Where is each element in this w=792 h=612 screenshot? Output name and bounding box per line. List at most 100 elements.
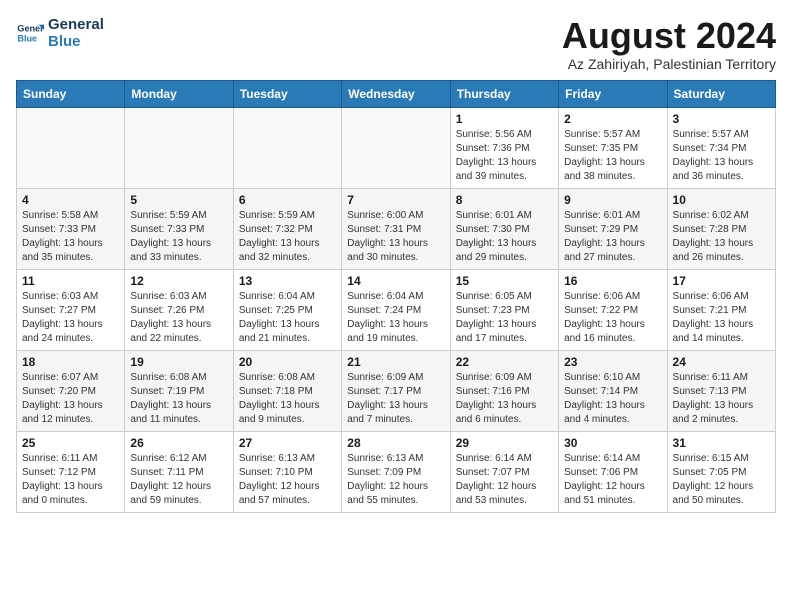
day-number: 1 <box>456 112 553 126</box>
calendar-cell: 25 Sunrise: 6:11 AM Sunset: 7:12 PM Dayli… <box>17 431 125 512</box>
day-number: 28 <box>347 436 444 450</box>
calendar-cell <box>125 107 233 188</box>
day-number: 19 <box>130 355 227 369</box>
title-area: August 2024 Az Zahiriyah, Palestinian Te… <box>562 16 776 72</box>
day-info: Sunrise: 6:11 AM Sunset: 7:12 PM Dayligh… <box>22 452 119 508</box>
day-info: Sunrise: 6:04 AM Sunset: 7:25 PM Dayligh… <box>239 290 336 346</box>
week-row-5: 25 Sunrise: 6:11 AM Sunset: 7:12 PM Dayli… <box>17 431 776 512</box>
logo-text-line1: General <box>48 16 104 33</box>
calendar-cell: 7 Sunrise: 6:00 AM Sunset: 7:31 PM Daylig… <box>342 188 450 269</box>
day-info: Sunrise: 5:59 AM Sunset: 7:33 PM Dayligh… <box>130 209 227 265</box>
day-info: Sunrise: 6:06 AM Sunset: 7:22 PM Dayligh… <box>564 290 661 346</box>
day-info: Sunrise: 6:13 AM Sunset: 7:09 PM Dayligh… <box>347 452 444 508</box>
day-number: 14 <box>347 274 444 288</box>
day-number: 2 <box>564 112 661 126</box>
day-number: 18 <box>22 355 119 369</box>
calendar-header: SundayMondayTuesdayWednesdayThursdayFrid… <box>17 80 776 107</box>
calendar-cell: 23Sunrise: 6:10 AM Sunset: 7:14 PM Dayli… <box>559 350 667 431</box>
calendar-body: 1 Sunrise: 5:56 AM Sunset: 7:36 PM Daylig… <box>17 107 776 512</box>
week-row-2: 4 Sunrise: 5:58 AM Sunset: 7:33 PM Daylig… <box>17 188 776 269</box>
calendar-cell <box>233 107 341 188</box>
calendar-cell: 17 Sunrise: 6:06 AM Sunset: 7:21 PM Dayli… <box>667 269 775 350</box>
day-number: 29 <box>456 436 553 450</box>
calendar-cell <box>342 107 450 188</box>
day-info: Sunrise: 6:11 AM Sunset: 7:13 PM Dayligh… <box>673 371 770 427</box>
day-info: Sunrise: 6:03 AM Sunset: 7:27 PM Dayligh… <box>22 290 119 346</box>
calendar-cell: 21Sunrise: 6:09 AM Sunset: 7:17 PM Dayli… <box>342 350 450 431</box>
logo-text-line2: Blue <box>48 33 104 50</box>
day-info: Sunrise: 6:05 AM Sunset: 7:23 PM Dayligh… <box>456 290 553 346</box>
calendar-cell: 1 Sunrise: 5:56 AM Sunset: 7:36 PM Daylig… <box>450 107 558 188</box>
day-info: Sunrise: 5:56 AM Sunset: 7:36 PM Dayligh… <box>456 128 553 184</box>
calendar-cell: 4 Sunrise: 5:58 AM Sunset: 7:33 PM Daylig… <box>17 188 125 269</box>
calendar-cell: 9 Sunrise: 6:01 AM Sunset: 7:29 PM Daylig… <box>559 188 667 269</box>
day-info: Sunrise: 6:00 AM Sunset: 7:31 PM Dayligh… <box>347 209 444 265</box>
logo: General Blue General Blue <box>16 16 104 50</box>
day-number: 11 <box>22 274 119 288</box>
calendar-cell: 20Sunrise: 6:08 AM Sunset: 7:18 PM Dayli… <box>233 350 341 431</box>
svg-text:Blue: Blue <box>17 33 37 43</box>
header-cell-wednesday: Wednesday <box>342 80 450 107</box>
calendar-cell: 11 Sunrise: 6:03 AM Sunset: 7:27 PM Dayli… <box>17 269 125 350</box>
calendar-cell: 29 Sunrise: 6:14 AM Sunset: 7:07 PM Dayli… <box>450 431 558 512</box>
day-number: 8 <box>456 193 553 207</box>
day-number: 15 <box>456 274 553 288</box>
day-info: Sunrise: 5:58 AM Sunset: 7:33 PM Dayligh… <box>22 209 119 265</box>
week-row-3: 11 Sunrise: 6:03 AM Sunset: 7:27 PM Dayli… <box>17 269 776 350</box>
day-info: Sunrise: 6:09 AM Sunset: 7:16 PM Dayligh… <box>456 371 553 427</box>
calendar-cell: 18 Sunrise: 6:07 AM Sunset: 7:20 PM Dayli… <box>17 350 125 431</box>
calendar-cell: 3 Sunrise: 5:57 AM Sunset: 7:34 PM Daylig… <box>667 107 775 188</box>
day-info: Sunrise: 6:06 AM Sunset: 7:21 PM Dayligh… <box>673 290 770 346</box>
day-info: Sunrise: 6:15 AM Sunset: 7:05 PM Dayligh… <box>673 452 770 508</box>
day-info: Sunrise: 6:01 AM Sunset: 7:30 PM Dayligh… <box>456 209 553 265</box>
day-number: 24 <box>673 355 770 369</box>
day-info: Sunrise: 6:04 AM Sunset: 7:24 PM Dayligh… <box>347 290 444 346</box>
calendar-cell: 22Sunrise: 6:09 AM Sunset: 7:16 PM Dayli… <box>450 350 558 431</box>
day-info: Sunrise: 6:13 AM Sunset: 7:10 PM Dayligh… <box>239 452 336 508</box>
calendar-cell: 15 Sunrise: 6:05 AM Sunset: 7:23 PM Dayli… <box>450 269 558 350</box>
logo-icon: General Blue <box>16 19 44 47</box>
day-info: Sunrise: 5:57 AM Sunset: 7:34 PM Dayligh… <box>673 128 770 184</box>
day-info: Sunrise: 5:59 AM Sunset: 7:32 PM Dayligh… <box>239 209 336 265</box>
calendar-cell: 13 Sunrise: 6:04 AM Sunset: 7:25 PM Dayli… <box>233 269 341 350</box>
header-cell-saturday: Saturday <box>667 80 775 107</box>
calendar-cell: 24 Sunrise: 6:11 AM Sunset: 7:13 PM Dayli… <box>667 350 775 431</box>
calendar-cell: 31Sunrise: 6:15 AM Sunset: 7:05 PM Dayli… <box>667 431 775 512</box>
header-cell-tuesday: Tuesday <box>233 80 341 107</box>
day-info: Sunrise: 6:14 AM Sunset: 7:07 PM Dayligh… <box>456 452 553 508</box>
day-info: Sunrise: 6:08 AM Sunset: 7:19 PM Dayligh… <box>130 371 227 427</box>
calendar-cell: 27Sunrise: 6:13 AM Sunset: 7:10 PM Dayli… <box>233 431 341 512</box>
calendar-cell: 2Sunrise: 5:57 AM Sunset: 7:35 PM Daylig… <box>559 107 667 188</box>
calendar-cell: 16Sunrise: 6:06 AM Sunset: 7:22 PM Dayli… <box>559 269 667 350</box>
day-number: 6 <box>239 193 336 207</box>
day-number: 12 <box>130 274 227 288</box>
week-row-4: 18 Sunrise: 6:07 AM Sunset: 7:20 PM Dayli… <box>17 350 776 431</box>
day-number: 25 <box>22 436 119 450</box>
day-number: 10 <box>673 193 770 207</box>
calendar-cell: 14 Sunrise: 6:04 AM Sunset: 7:24 PM Dayli… <box>342 269 450 350</box>
calendar-cell: 12 Sunrise: 6:03 AM Sunset: 7:26 PM Dayli… <box>125 269 233 350</box>
day-number: 30 <box>564 436 661 450</box>
day-number: 26 <box>130 436 227 450</box>
day-info: Sunrise: 6:01 AM Sunset: 7:29 PM Dayligh… <box>564 209 661 265</box>
day-info: Sunrise: 6:03 AM Sunset: 7:26 PM Dayligh… <box>130 290 227 346</box>
calendar-cell: 28 Sunrise: 6:13 AM Sunset: 7:09 PM Dayli… <box>342 431 450 512</box>
day-number: 7 <box>347 193 444 207</box>
day-number: 20 <box>239 355 336 369</box>
page-header: General Blue General Blue August 2024 Az… <box>16 16 776 72</box>
day-number: 3 <box>673 112 770 126</box>
day-number: 4 <box>22 193 119 207</box>
day-info: Sunrise: 6:10 AM Sunset: 7:14 PM Dayligh… <box>564 371 661 427</box>
day-number: 5 <box>130 193 227 207</box>
header-cell-sunday: Sunday <box>17 80 125 107</box>
day-number: 9 <box>564 193 661 207</box>
day-number: 13 <box>239 274 336 288</box>
location-subtitle: Az Zahiriyah, Palestinian Territory <box>562 56 776 72</box>
day-number: 17 <box>673 274 770 288</box>
day-info: Sunrise: 6:12 AM Sunset: 7:11 PM Dayligh… <box>130 452 227 508</box>
day-info: Sunrise: 6:07 AM Sunset: 7:20 PM Dayligh… <box>22 371 119 427</box>
day-info: Sunrise: 6:14 AM Sunset: 7:06 PM Dayligh… <box>564 452 661 508</box>
header-cell-monday: Monday <box>125 80 233 107</box>
calendar-cell: 10Sunrise: 6:02 AM Sunset: 7:28 PM Dayli… <box>667 188 775 269</box>
calendar-cell: 26 Sunrise: 6:12 AM Sunset: 7:11 PM Dayli… <box>125 431 233 512</box>
